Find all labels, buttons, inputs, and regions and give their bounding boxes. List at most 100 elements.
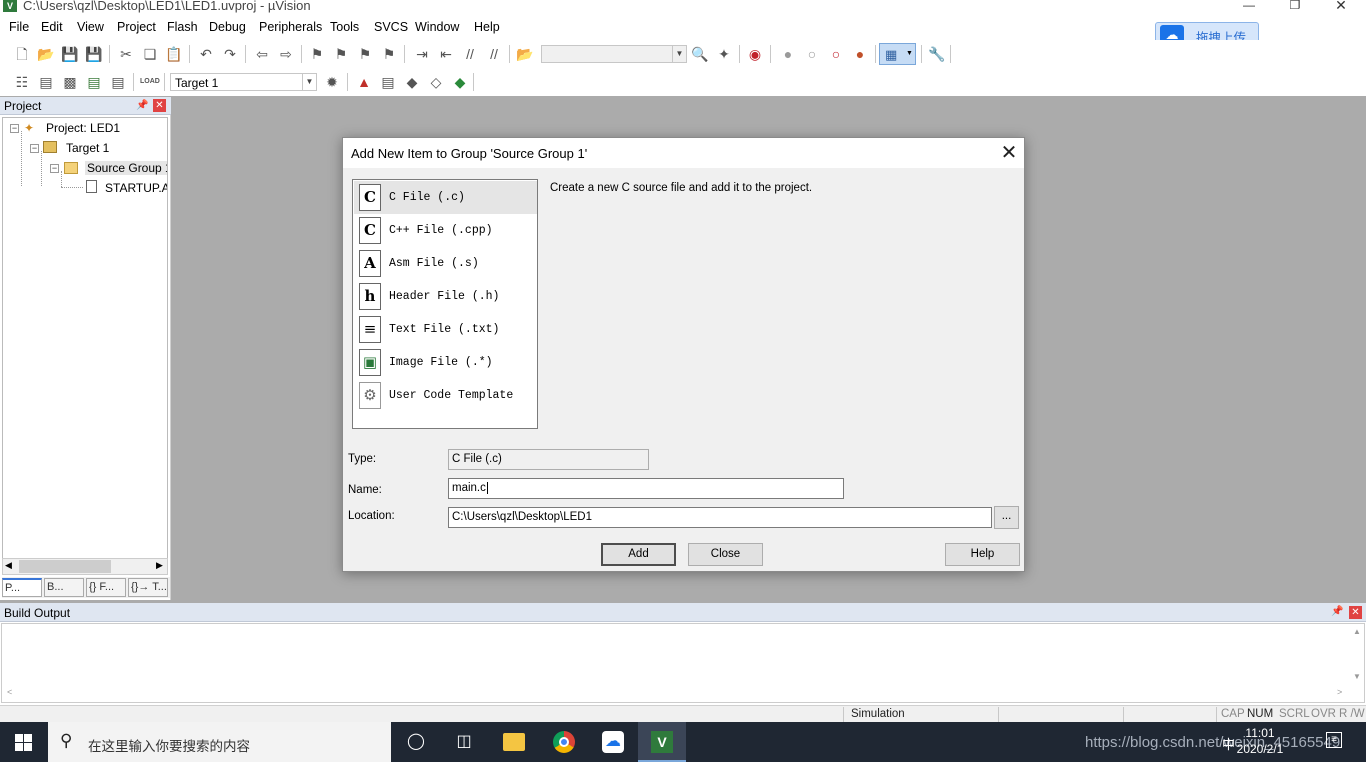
bookmark-clear-icon[interactable]: ⚑ xyxy=(380,45,398,63)
list-item-cpp-file[interactable]: C C++ File (.cpp) xyxy=(354,214,537,247)
find-combo[interactable]: ▼ xyxy=(541,45,687,63)
batch-build-icon[interactable]: ▤ xyxy=(85,73,103,91)
browse-button[interactable]: ... xyxy=(994,506,1019,529)
menu-flash[interactable]: Flash xyxy=(167,20,198,34)
download-icon[interactable]: LOAD xyxy=(140,73,160,91)
manage-components-icon[interactable]: ▤ xyxy=(379,73,397,91)
add-button[interactable]: Add xyxy=(601,543,676,566)
horizontal-scrollbar[interactable]: ◀ ▶ xyxy=(2,558,168,575)
copy-icon[interactable]: ❏ xyxy=(141,45,159,63)
tab-functions[interactable]: {} F... xyxy=(86,578,126,597)
breakpoint-disable-icon[interactable]: ○ xyxy=(803,45,821,63)
find-icon[interactable]: 🔍 xyxy=(691,45,709,63)
menu-svcs[interactable]: SVCS xyxy=(374,20,408,34)
tree-source-group[interactable]: Source Group 1 xyxy=(85,161,167,175)
menu-debug[interactable]: Debug xyxy=(209,20,246,34)
list-item-image-file[interactable]: ▣ Image File (.*) xyxy=(354,346,537,379)
task-view-button[interactable]: ◫ xyxy=(440,722,488,762)
debug-session-icon[interactable]: ◉ xyxy=(746,45,764,63)
comment-icon[interactable]: // xyxy=(461,45,479,63)
undo-icon[interactable]: ↶ xyxy=(197,45,215,63)
restore-icon[interactable]: ❐ xyxy=(1272,0,1318,12)
pack-installer-icon[interactable]: ◇ xyxy=(427,73,445,91)
open-folder-icon[interactable]: 📂 xyxy=(37,45,55,63)
stop-build-icon[interactable]: ▤ xyxy=(109,73,127,91)
select-packs-icon[interactable]: ◆ xyxy=(403,73,421,91)
scrollbar-thumb[interactable] xyxy=(19,560,111,573)
menu-view[interactable]: View xyxy=(77,20,104,34)
redo-icon[interactable]: ↷ xyxy=(221,45,239,63)
taskbar-search-box[interactable]: ⚲ 在这里输入你要搜索的内容 xyxy=(48,722,391,762)
file-explorer-button[interactable] xyxy=(490,722,538,762)
tab-project[interactable]: P... xyxy=(2,578,42,597)
menu-peripherals[interactable]: Peripherals xyxy=(259,20,322,34)
chrome-button[interactable] xyxy=(540,722,588,762)
dialog-close-icon[interactable]: ✕ xyxy=(998,143,1020,165)
panel-close-icon[interactable]: ✕ xyxy=(153,99,166,112)
incremental-find-icon[interactable]: ✦ xyxy=(715,45,733,63)
translate-icon[interactable]: ☷ xyxy=(13,73,31,91)
target-select[interactable]: Target 1 ▼ xyxy=(170,73,317,91)
location-input[interactable]: C:\Users\qzl\Desktop\LED1 xyxy=(448,507,992,528)
navigate-forward-icon[interactable]: ⇨ xyxy=(277,45,295,63)
uvision-taskbar-button[interactable]: V xyxy=(638,722,686,762)
pin-icon[interactable]: 📌 xyxy=(136,100,148,112)
find-in-files-icon[interactable]: 📂 xyxy=(516,45,534,63)
baidu-netdisk-button[interactable]: ☁ xyxy=(589,722,637,762)
uncomment-icon[interactable]: // xyxy=(485,45,503,63)
scroll-left-icon[interactable]: < xyxy=(7,687,12,697)
target-options-icon[interactable]: ✹ xyxy=(323,73,341,91)
name-input[interactable]: main.c xyxy=(448,478,844,499)
tree-collapse-icon[interactable]: − xyxy=(50,164,59,173)
pin-icon[interactable]: 📌 xyxy=(1331,606,1343,618)
menu-edit[interactable]: Edit xyxy=(41,20,63,34)
scroll-left-icon[interactable]: ◀ xyxy=(5,560,12,571)
new-file-icon[interactable]: 🗋 xyxy=(13,45,31,63)
list-item-c-file[interactable]: C C File (.c) xyxy=(354,181,537,214)
save-all-icon[interactable]: 💾 xyxy=(85,45,103,63)
tab-books[interactable]: B... xyxy=(44,578,84,597)
menu-project[interactable]: Project xyxy=(117,20,156,34)
navigate-back-icon[interactable]: ⇦ xyxy=(253,45,271,63)
tree-target[interactable]: Target 1 xyxy=(66,141,109,155)
cut-icon[interactable]: ✂ xyxy=(117,45,135,63)
cortana-button[interactable]: ◯ xyxy=(392,722,440,762)
paste-icon[interactable]: 📋 xyxy=(165,45,183,63)
list-item-header-file[interactable]: h Header File (.h) xyxy=(354,280,537,313)
menu-help[interactable]: Help xyxy=(474,20,500,34)
chevron-down-icon[interactable]: ▼ xyxy=(302,74,316,90)
window-close-icon[interactable]: ✕ xyxy=(1318,0,1364,12)
build-icon[interactable]: ▤ xyxy=(37,73,55,91)
scroll-right-icon[interactable]: > xyxy=(1337,687,1342,697)
unindent-icon[interactable]: ⇤ xyxy=(437,45,455,63)
list-item-asm-file[interactable]: A Asm File (.s) xyxy=(354,247,537,280)
scroll-down-icon[interactable]: ▼ xyxy=(1353,672,1361,681)
indent-icon[interactable]: ⇥ xyxy=(413,45,431,63)
tab-templates[interactable]: {}→ T... xyxy=(128,578,168,597)
run-time-environment-icon[interactable]: ◆ xyxy=(451,73,469,91)
manage-project-items-icon[interactable]: ▲ xyxy=(355,73,373,91)
list-item-user-code-template[interactable]: ⚙ User Code Template xyxy=(354,379,537,412)
scroll-right-icon[interactable]: ▶ xyxy=(156,560,163,571)
notification-icon[interactable]: ≡ xyxy=(1326,732,1342,748)
save-icon[interactable]: 💾 xyxy=(61,45,79,63)
scroll-up-icon[interactable]: ▲ xyxy=(1353,627,1361,636)
chevron-down-icon[interactable]: ▼ xyxy=(672,46,686,62)
taskbar-clock[interactable]: 11:01 2020/2/1 xyxy=(1230,725,1290,757)
minimize-icon[interactable]: — xyxy=(1226,0,1272,12)
close-button[interactable]: Close xyxy=(688,543,763,566)
breakpoint-disable-all-icon[interactable]: ○ xyxy=(827,45,845,63)
menu-tools[interactable]: Tools xyxy=(330,20,359,34)
menu-file[interactable]: File xyxy=(9,20,29,34)
build-output-text[interactable]: ▲ ▼ < > xyxy=(1,623,1365,703)
panel-close-icon[interactable]: ✕ xyxy=(1349,606,1362,619)
start-button[interactable] xyxy=(0,722,48,762)
configure-icon[interactable]: 🔧 xyxy=(928,45,946,63)
tree-collapse-icon[interactable]: − xyxy=(30,144,39,153)
menu-window[interactable]: Window xyxy=(415,20,459,34)
list-item-text-file[interactable]: ≡ Text File (.txt) xyxy=(354,313,537,346)
help-button[interactable]: Help xyxy=(945,543,1020,566)
tree-collapse-icon[interactable]: − xyxy=(10,124,19,133)
tree-project-root[interactable]: Project: LED1 xyxy=(46,121,120,135)
rebuild-icon[interactable]: ▩ xyxy=(61,73,79,91)
